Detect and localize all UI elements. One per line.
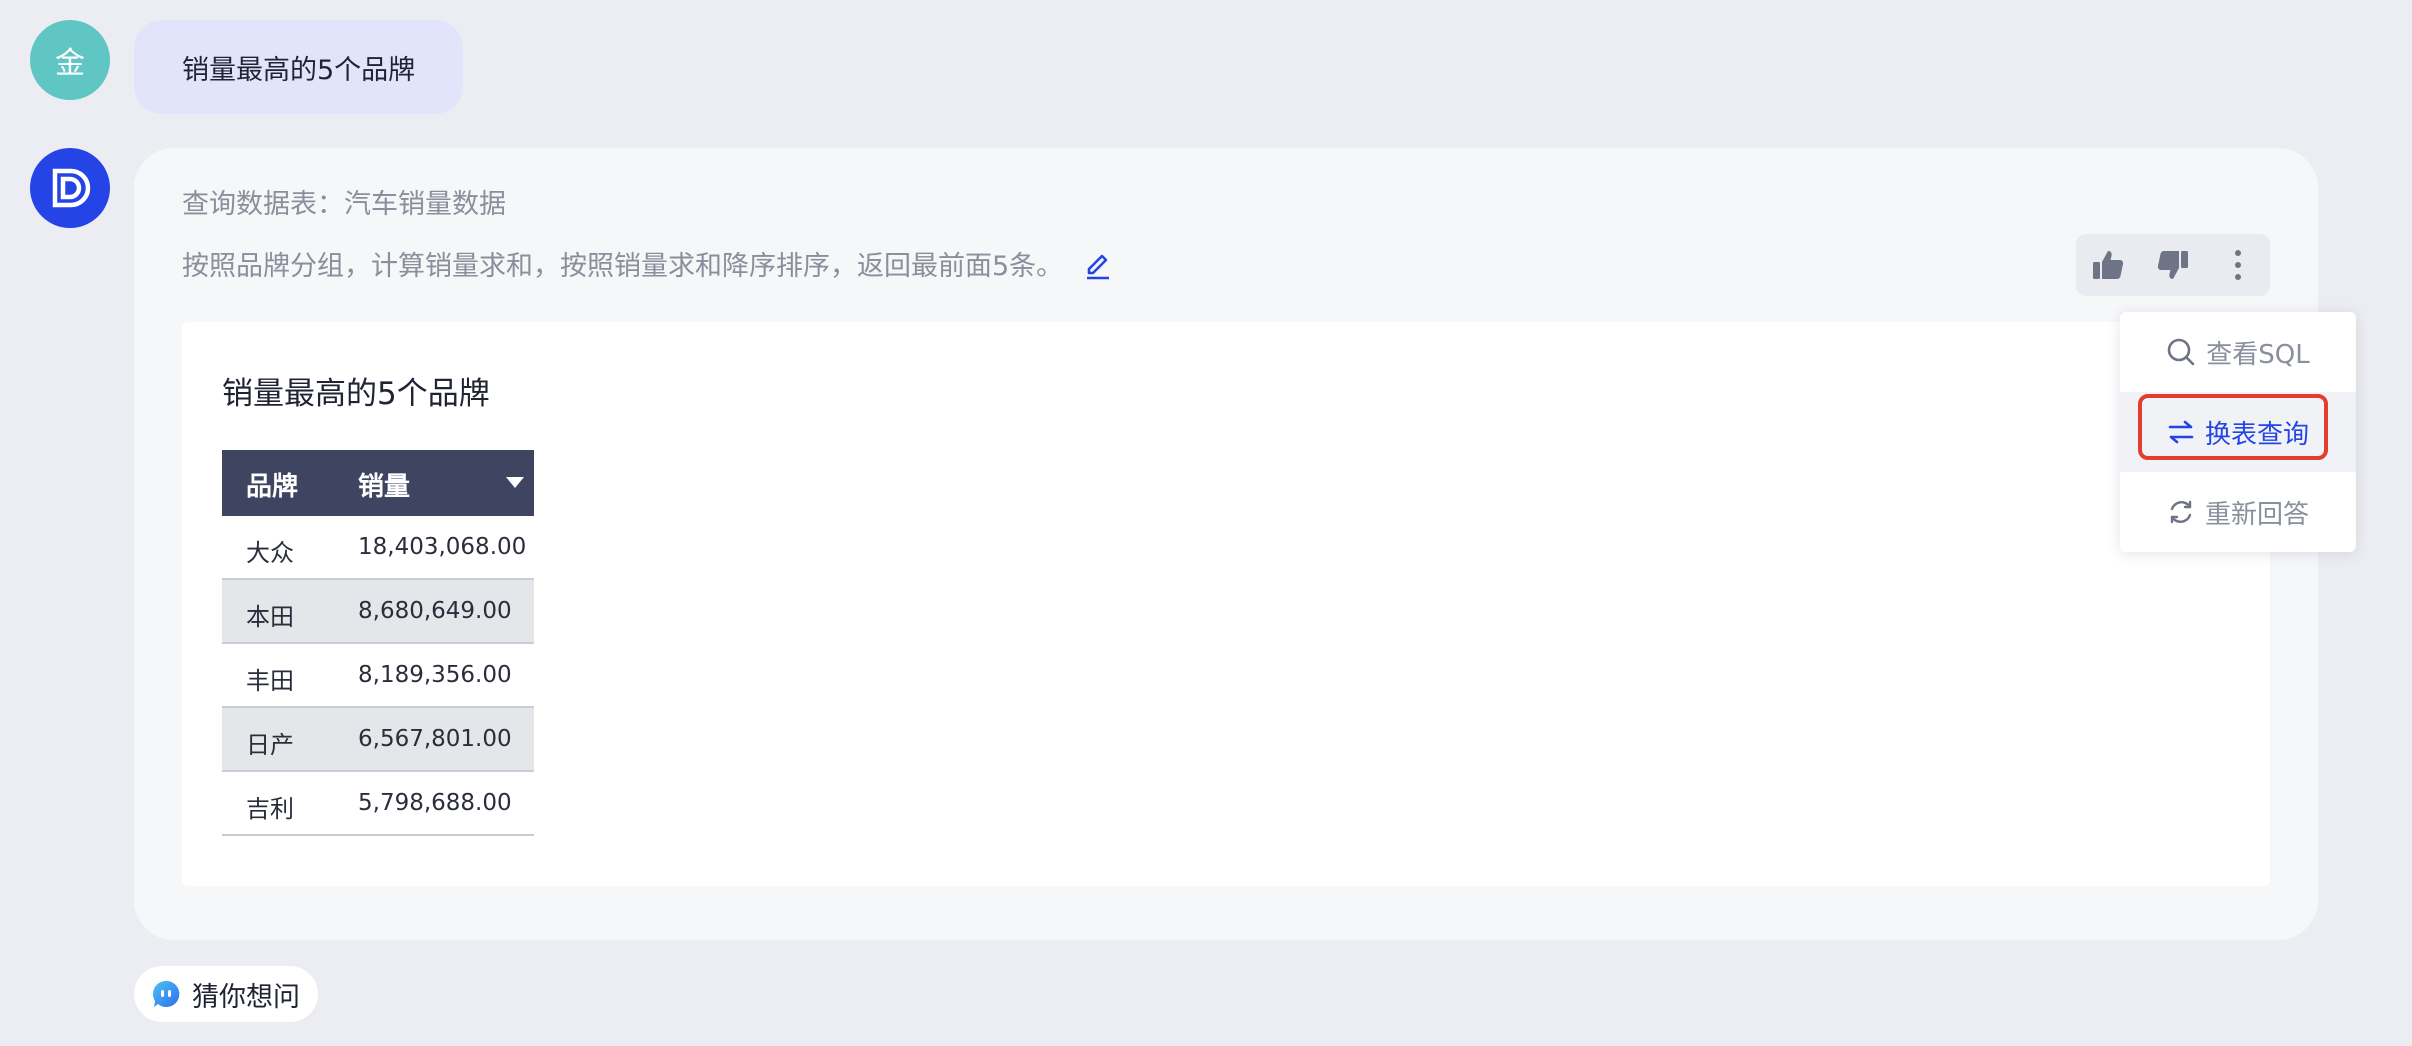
swap-arrows-icon <box>2168 420 2194 444</box>
user-avatar-text: 金 <box>55 46 85 81</box>
menu-item-regenerate[interactable]: 重新回答 <box>2120 472 2356 552</box>
thumbs-down-button[interactable] <box>2149 241 2197 289</box>
menu-item-label: 重新回答 <box>2204 499 2309 530</box>
thumbs-up-icon <box>2093 251 2124 279</box>
result-table: 品牌 销量 大众 18,403,068.00 本田 8,680,649.00 丰… <box>222 450 534 836</box>
feedback-toolbar <box>2076 234 2270 296</box>
cell-brand: 吉利 <box>246 795 294 823</box>
cell-sales: 6,567,801.00 <box>358 726 512 752</box>
table-row: 吉利 5,798,688.00 <box>222 772 534 836</box>
thumbs-down-icon <box>2157 251 2188 279</box>
refresh-icon <box>2170 500 2192 524</box>
cell-sales: 5,798,688.00 <box>358 790 512 816</box>
table-row: 大众 18,403,068.00 <box>222 516 534 580</box>
column-header-brand[interactable]: 品牌 <box>246 466 298 503</box>
thumbs-up-button[interactable] <box>2084 241 2132 289</box>
more-vertical-icon <box>2234 250 2241 280</box>
suggestion-chip[interactable]: 猜你想问 <box>134 966 318 1022</box>
menu-item-view-sql[interactable]: 查看SQL <box>2120 312 2356 392</box>
query-table-info: 查询数据表：汽车销量数据 <box>182 189 506 220</box>
cell-brand: 本田 <box>246 603 294 631</box>
cell-sales: 18,403,068.00 <box>358 534 527 560</box>
table-row: 日产 6,567,801.00 <box>222 708 534 772</box>
user-avatar: 金 <box>30 20 110 100</box>
cell-brand: 大众 <box>246 539 294 567</box>
query-description: 按照品牌分组，计算销量求和，按照销量求和降序排序，返回最前面5条。 <box>182 244 1115 283</box>
cell-sales: 8,189,356.00 <box>358 662 512 688</box>
table-row: 丰田 8,189,356.00 <box>222 644 534 708</box>
table-row: 本田 8,680,649.00 <box>222 580 534 644</box>
search-icon <box>2167 338 2195 366</box>
user-question-text: 销量最高的5个品牌 <box>182 54 416 86</box>
bot-logo-icon <box>52 168 91 208</box>
suggestion-label: 猜你想问 <box>192 981 300 1013</box>
cell-brand: 丰田 <box>246 667 294 695</box>
table-header: 品牌 销量 <box>222 450 534 516</box>
column-header-sales[interactable]: 销量 <box>358 466 410 503</box>
query-description-text: 按照品牌分组，计算销量求和，按照销量求和降序排序，返回最前面5条。 <box>182 251 1064 282</box>
chat-bubble-icon <box>152 980 180 1007</box>
user-question-bubble: 销量最高的5个品牌 <box>134 20 464 114</box>
cell-sales: 8,680,649.00 <box>358 598 512 624</box>
menu-item-label: 换表查询 <box>2204 419 2309 450</box>
menu-item-switch-table[interactable]: 换表查询 <box>2120 392 2356 472</box>
menu-item-label: 查看SQL <box>2206 339 2310 370</box>
cell-brand: 日产 <box>246 731 294 759</box>
more-options-menu: 查看SQL 换表查询 重新回答 <box>2120 312 2356 552</box>
result-title: 销量最高的5个品牌 <box>222 376 490 412</box>
more-options-button[interactable] <box>2214 241 2262 289</box>
bot-avatar <box>30 148 110 228</box>
sort-desc-icon[interactable] <box>506 477 524 488</box>
edit-icon[interactable] <box>1081 247 1115 281</box>
